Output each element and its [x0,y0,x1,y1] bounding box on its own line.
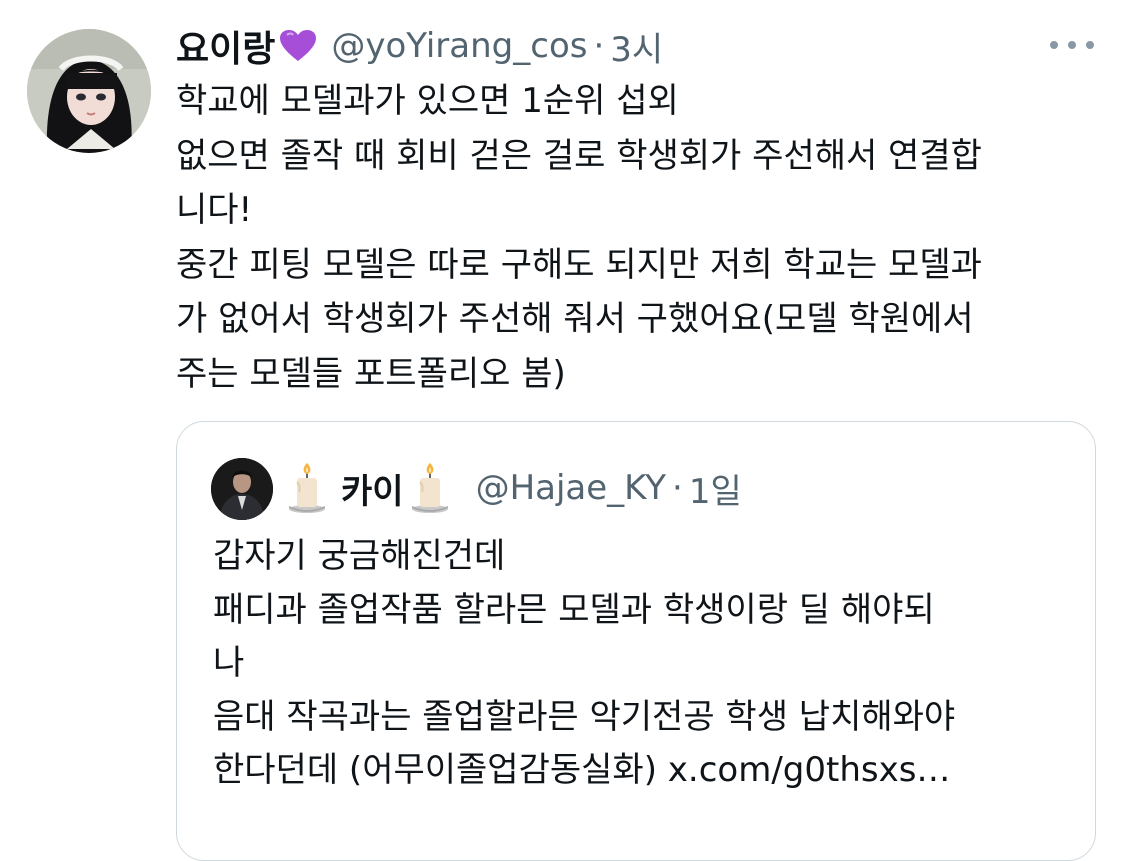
more-options-icon[interactable] [1050,32,1094,58]
tweet-text-line: 없으면 졸작 때 회비 걷은 걸로 학생회가 주선해서 연결합 [176,135,982,176]
tweet-header: 요이랑 @yoYirang_cos · 3시 [176,22,663,70]
quoted-text-line: 한다던데 (어무이졸업감동실화) x.com/g0thsxs… [213,750,951,790]
quoted-tweet-text: 갑자기 궁금해진건데 패디과 졸업작품 할라믄 모델과 학생이랑 딜 해야되 나… [213,530,1073,798]
author-display-name[interactable]: 요이랑 [176,20,275,72]
quoted-author-display-name[interactable]: 카이 [341,464,404,513]
more-dot [1068,41,1076,49]
quoted-tweet-header: 카이 @Hajae_KY · 1일 [285,462,742,514]
candle-icon [408,462,452,514]
separator-dot: · [672,468,683,508]
quoted-author-handle[interactable]: @Hajae_KY [476,468,666,508]
author-avatar[interactable] [27,29,151,153]
purple-heart-icon [279,29,317,63]
quoted-text-line: 나 [213,643,245,683]
quoted-tweet-card[interactable]: 카이 @Hajae_KY · 1일 갑자기 궁금해진건데 패디과 졸업작품 할라… [176,421,1096,861]
quoted-text-line: 음대 작곡과는 졸업할라믄 악기전공 학생 납치해와야 [213,696,956,737]
candle-icon [285,462,329,514]
tweet-timestamp[interactable]: 3시 [610,22,663,71]
quoted-author-avatar[interactable] [211,458,273,520]
more-dot [1086,41,1094,49]
tweet-text-line: 주는 모델들 포트폴리오 봄) [176,353,566,394]
quoted-text-line: 갑자기 궁금해진건데 [213,536,506,576]
more-dot [1050,41,1058,49]
tweet-text-line: 학교에 모델과가 있으면 1순위 섭외 [176,81,679,121]
tweet-text: 학교에 모델과가 있으면 1순위 섭외 없으면 졸작 때 회비 걷은 걸로 학생… [176,74,1096,401]
separator-dot: · [593,26,605,66]
tweet-text-line: 중간 피팅 모델은 따로 구해도 되지만 저희 학교는 모델과 [176,244,982,285]
quoted-text-line: 패디과 졸업작품 할라믄 모델과 학생이랑 딜 해야되 [213,589,935,630]
author-handle[interactable]: @yoYirang_cos [331,26,587,66]
tweet-text-line: 니다! [176,190,253,230]
quoted-tweet-timestamp[interactable]: 1일 [689,464,742,513]
tweet-text-line: 가 없어서 학생회가 주선해 줘서 구했어요(모델 학원에서 [176,299,974,339]
